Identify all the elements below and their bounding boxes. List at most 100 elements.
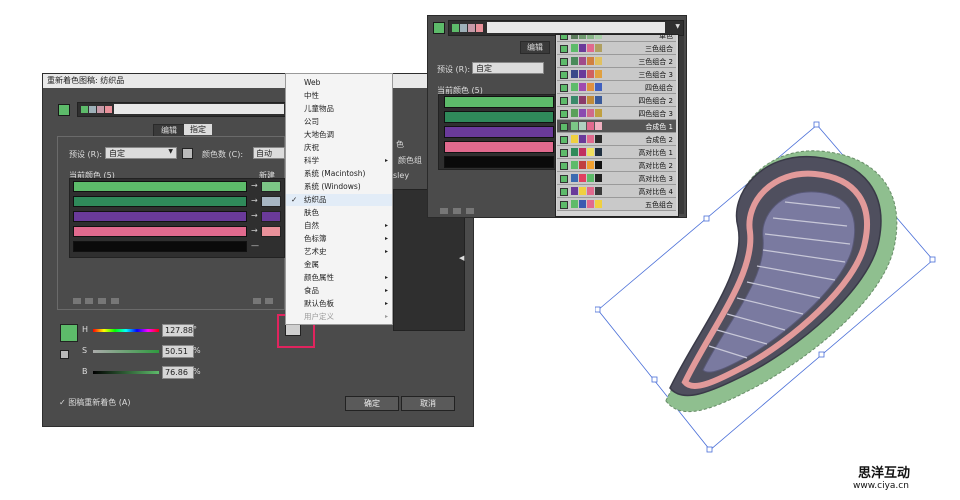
new-color-swatch-1[interactable] <box>261 181 281 192</box>
cancel-button[interactable]: 取消 <box>401 396 455 411</box>
dialog-title: 重新着色图稿: 纺织品 <box>47 76 125 85</box>
panel-new-row-icon[interactable] <box>466 208 474 214</box>
menu-item[interactable]: ✓ 纺织品 <box>286 194 392 206</box>
panel-color-row-3[interactable] <box>444 126 554 138</box>
menu-item[interactable]: 用户定义 ▸ <box>286 311 392 323</box>
harmony-swatch <box>571 96 578 104</box>
submenu-arrow-icon: ▸ <box>384 222 388 229</box>
arrow-right-icon[interactable]: → <box>251 226 258 235</box>
menu-item[interactable]: 肤色 <box>286 207 392 219</box>
current-color-row-4[interactable] <box>73 226 247 237</box>
menu-item[interactable]: 庆祝 <box>286 142 392 154</box>
menu-item[interactable]: 系统 (Windows) <box>286 181 392 193</box>
submenu-arrow-icon: ▸ <box>384 300 388 307</box>
harmony-base-swatch <box>560 110 568 118</box>
submenu-arrow-icon: ▸ <box>384 248 388 255</box>
harmony-rule-row[interactable]: 三色组合 2 <box>557 55 676 68</box>
harmony-rule-row[interactable]: 三色组合 3 <box>557 68 676 81</box>
panel-color-row-2[interactable] <box>444 111 554 123</box>
b-value[interactable]: 76.86 <box>162 366 194 379</box>
current-color-row-3[interactable] <box>73 211 247 222</box>
current-color-row-5[interactable] <box>73 241 247 252</box>
harmony-rule-row[interactable]: 单色 <box>557 35 676 42</box>
current-color-row-2[interactable] <box>73 196 247 207</box>
ok-button[interactable]: 确定 <box>345 396 399 411</box>
active-color-swatch[interactable] <box>58 104 70 116</box>
menu-item[interactable]: 自然 ▸ <box>286 220 392 232</box>
color-group-field[interactable] <box>77 102 289 117</box>
menu-item[interactable]: 金属 <box>286 259 392 271</box>
exclude-icon[interactable] <box>98 298 106 304</box>
panel-preset-value: 自定 <box>476 64 492 73</box>
harmony-swatch <box>587 135 594 143</box>
panel-tab-edit[interactable]: 编辑 <box>520 41 550 54</box>
tab-assign[interactable]: 指定 <box>184 124 212 135</box>
panel-merge-icon[interactable] <box>440 208 448 214</box>
harmony-rule-row[interactable]: 三色组合 <box>557 42 676 55</box>
random-order-icon[interactable] <box>253 298 261 304</box>
submenu-arrow-icon: ▸ <box>384 157 388 164</box>
recolor-artwork-checkbox[interactable]: ✓ 图稿重新着色 (A) <box>59 397 131 408</box>
panel-separate-icon[interactable] <box>453 208 461 214</box>
menu-item-label: 颜色属性 <box>304 273 334 282</box>
color-count-select[interactable]: 自动 <box>253 147 285 159</box>
new-color-swatch-3[interactable] <box>261 211 281 222</box>
color-mode-icon[interactable] <box>60 350 69 359</box>
h-slider[interactable] <box>93 329 159 332</box>
harmony-rule-label: 四色组合 2 <box>638 97 673 105</box>
s-value[interactable]: 50.51 <box>162 345 194 358</box>
menu-item[interactable]: 颜色属性 ▸ <box>286 272 392 284</box>
random-saturation-icon[interactable] <box>265 298 273 304</box>
checkmark-icon: ✓ <box>291 195 298 204</box>
watermark-url: www.ciya.cn <box>853 481 909 491</box>
arrow-right-icon[interactable]: → <box>251 181 258 190</box>
b-slider[interactable] <box>93 371 159 374</box>
s-slider[interactable] <box>93 350 159 353</box>
harmony-rule-row[interactable]: 四色组合 3 <box>557 107 676 120</box>
current-color-row-1[interactable] <box>73 181 247 192</box>
separate-icon[interactable] <box>85 298 93 304</box>
menu-item[interactable]: 艺术史 ▸ <box>286 246 392 258</box>
harmony-dropdown-icon[interactable]: ▼ <box>675 23 680 30</box>
new-color-swatch-4[interactable] <box>261 226 281 237</box>
menu-item[interactable]: 色标簿 ▸ <box>286 233 392 245</box>
menu-item[interactable]: 中性 <box>286 90 392 102</box>
harmony-rule-label: 四色组合 <box>645 84 673 92</box>
harmony-rule-row[interactable]: 四色组合 <box>557 81 676 94</box>
panel-color-row-4[interactable] <box>444 141 554 153</box>
panel-chip-4 <box>476 24 483 32</box>
panel-arrow-icon[interactable]: ◀ <box>459 254 464 262</box>
harmony-swatch <box>571 35 578 39</box>
menu-item[interactable]: 科学 ▸ <box>286 155 392 167</box>
menu-item[interactable]: 系统 (Macintosh) <box>286 168 392 180</box>
menu-item[interactable]: 默认色板 ▸ <box>286 298 392 310</box>
new-color-swatch-2[interactable] <box>261 196 281 207</box>
merge-icon[interactable] <box>73 298 81 304</box>
current-color-preview[interactable] <box>60 324 78 342</box>
harmony-swatch <box>587 122 594 130</box>
menu-item[interactable]: Web <box>286 77 392 89</box>
harmony-rule-label: 三色组合 <box>645 45 673 53</box>
h-value[interactable]: 127.88 <box>162 324 194 337</box>
paisley-artwork[interactable] <box>595 120 940 455</box>
panel-active-swatch[interactable] <box>433 22 445 34</box>
menu-item[interactable]: 儿童物品 <box>286 103 392 115</box>
new-row-icon[interactable] <box>111 298 119 304</box>
panel-preset-select[interactable]: 自定 <box>472 62 544 74</box>
group-name-input[interactable] <box>114 104 284 114</box>
color-count-icon[interactable] <box>182 148 193 159</box>
menu-item[interactable]: 大地色调 <box>286 129 392 141</box>
preset-select[interactable]: 自定 ▼ <box>105 147 177 159</box>
panel-group-input[interactable] <box>487 22 665 33</box>
harmony-swatch <box>579 57 586 65</box>
harmony-swatch <box>571 135 578 143</box>
menu-item[interactable]: 食品 ▸ <box>286 285 392 297</box>
preset-label: 预设 (R): <box>69 150 103 159</box>
harmony-swatch <box>579 200 586 208</box>
panel-color-row-5[interactable] <box>444 156 554 168</box>
menu-item[interactable]: 公司 <box>286 116 392 128</box>
arrow-right-icon[interactable]: → <box>251 196 258 205</box>
harmony-rule-row[interactable]: 四色组合 2 <box>557 94 676 107</box>
panel-color-row-1[interactable] <box>444 96 554 108</box>
arrow-right-icon[interactable]: → <box>251 211 258 220</box>
